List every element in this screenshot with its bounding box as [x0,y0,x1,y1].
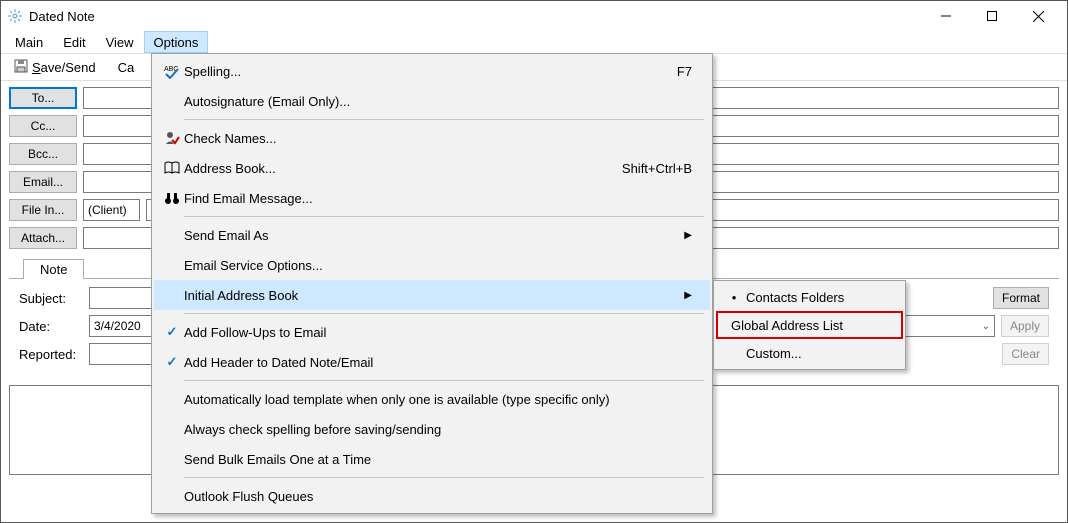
menu-initial-address-book[interactable]: Initial Address Book ▶ [154,280,710,310]
menu-auto-template[interactable]: Automatically load template when only on… [154,384,710,414]
window: Dated Note Main Edit View Options Sav [0,0,1068,523]
reported-input[interactable] [89,343,159,365]
menu-add-header[interactable]: ✓ Add Header to Dated Note/Email [154,347,710,377]
format-button[interactable]: Format [993,287,1049,309]
spellcheck-icon: ABC [160,63,184,79]
cc-button[interactable]: Cc... [9,115,77,137]
cancel-button-partial[interactable]: Ca [111,57,142,78]
submenu-contacts-folders[interactable]: • Contacts Folders [716,283,903,311]
menu-always-spellcheck[interactable]: Always check spelling before saving/send… [154,414,710,444]
menu-main[interactable]: Main [5,31,53,53]
check-icon: ✓ [160,324,184,340]
save-icon [14,59,28,76]
menu-separator [184,216,704,217]
save-send-label-s: S [32,60,41,75]
menu-spelling[interactable]: ABC Spelling... F7 [154,56,710,86]
menu-edit[interactable]: Edit [53,31,95,53]
menu-find-email[interactable]: Find Email Message... [154,183,710,213]
reported-label: Reported: [19,347,83,362]
clear-button[interactable]: Clear [1002,343,1049,365]
menu-bulk-emails[interactable]: Send Bulk Emails One at a Time [154,444,710,474]
submenu-custom[interactable]: Custom... [716,339,903,367]
save-send-label-rest: ave/Send [41,60,96,75]
person-check-icon [160,130,184,146]
menu-view[interactable]: View [96,31,144,53]
titlebar: Dated Note [1,1,1067,31]
menu-separator [184,477,704,478]
date-label: Date: [19,319,83,334]
submenu-arrow-icon: ▶ [684,290,692,301]
menu-flush-queues[interactable]: Outlook Flush Queues [154,481,710,511]
file-in-button[interactable]: File In... [9,199,77,221]
initial-address-book-submenu: • Contacts Folders Global Address List C… [713,280,906,370]
apply-button[interactable]: Apply [1001,315,1049,337]
submenu-arrow-icon: ▶ [684,230,692,241]
menu-separator [184,119,704,120]
minimize-button[interactable] [923,1,969,31]
bullet-icon: • [722,290,746,305]
menu-options[interactable]: Options [144,31,209,53]
menu-check-names[interactable]: Check Names... [154,123,710,153]
subject-label: Subject: [19,291,83,306]
menu-add-followups[interactable]: ✓ Add Follow-Ups to Email [154,317,710,347]
menu-separator [184,380,704,381]
email-button[interactable]: Email... [9,171,77,193]
menubar: Main Edit View Options [1,31,1067,53]
window-title: Dated Note [29,9,923,24]
binoculars-icon [160,190,184,206]
close-button[interactable] [1015,1,1061,31]
file-in-input[interactable] [83,199,140,221]
check-icon: ✓ [160,354,184,370]
attach-button[interactable]: Attach... [9,227,77,249]
menu-separator [184,313,704,314]
menu-address-book[interactable]: Address Book... Shift+Ctrl+B [154,153,710,183]
to-button[interactable]: To... [9,87,77,109]
menu-send-email-as[interactable]: Send Email As ▶ [154,220,710,250]
chevron-down-icon: ⌄ [982,321,990,332]
app-icon [7,8,23,24]
submenu-global-address-list[interactable]: Global Address List [716,311,903,339]
bcc-button[interactable]: Bcc... [9,143,77,165]
save-send-button[interactable]: Save/Send [7,56,103,79]
tab-note[interactable]: Note [23,259,84,279]
book-icon [160,160,184,176]
maximize-button[interactable] [969,1,1015,31]
menu-email-service-options[interactable]: Email Service Options... [154,250,710,280]
menu-autosignature[interactable]: Autosignature (Email Only)... [154,86,710,116]
options-menu: ABC Spelling... F7 Autosignature (Email … [151,53,713,514]
